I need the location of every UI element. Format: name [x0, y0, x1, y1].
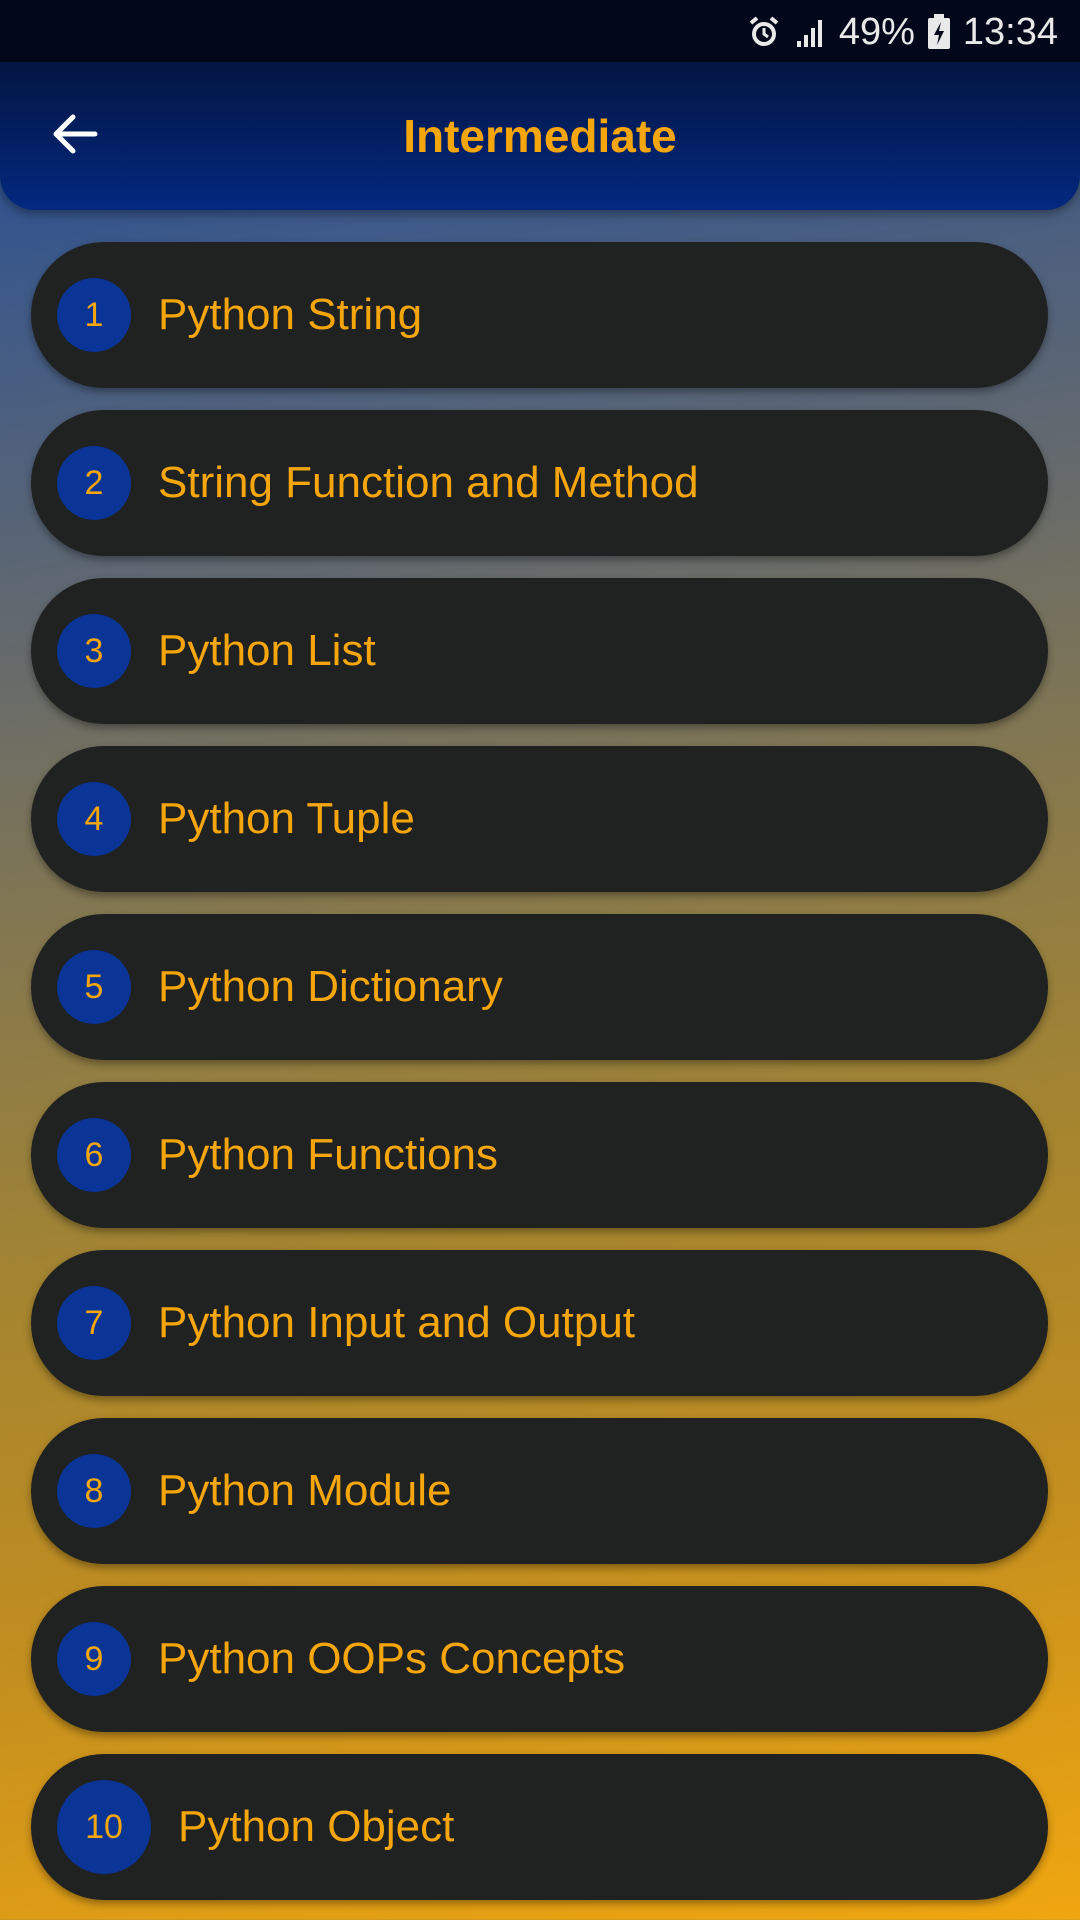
topic-list: 1 Python String 2 String Function and Me…: [31, 242, 1048, 1920]
topic-number-badge: 10: [57, 1780, 151, 1874]
topic-label: Python Tuple: [158, 794, 415, 843]
topic-number-badge: 7: [57, 1286, 131, 1360]
topic-item-python-functions[interactable]: 6 Python Functions: [31, 1082, 1048, 1228]
status-bar: 49% 13:34: [0, 0, 1080, 64]
topic-label: Python OOPs Concepts: [158, 1634, 626, 1683]
topic-item-python-oops-concepts[interactable]: 9 Python OOPs Concepts: [31, 1586, 1048, 1732]
topic-label: String Function and Method: [158, 458, 699, 507]
topic-number-badge: 3: [57, 614, 131, 688]
topic-label: Python String: [158, 290, 423, 339]
topic-number-badge: 6: [57, 1118, 131, 1192]
battery-charging-icon: [927, 14, 951, 50]
topic-label: Python Dictionary: [158, 962, 503, 1011]
page-title: Intermediate: [403, 110, 677, 162]
topic-item-python-input-and-output[interactable]: 7 Python Input and Output: [31, 1250, 1048, 1396]
topic-label: Python Module: [158, 1466, 452, 1515]
topic-item-python-module[interactable]: 8 Python Module: [31, 1418, 1048, 1564]
topic-number-badge: 8: [57, 1454, 131, 1528]
battery-percent: 49%: [838, 10, 915, 53]
topic-item-python-dictionary[interactable]: 5 Python Dictionary: [31, 914, 1048, 1060]
topic-label: Python Object: [178, 1802, 455, 1851]
signal-icon: [793, 15, 827, 49]
alarm-icon: [747, 15, 781, 49]
topic-number-badge: 2: [57, 446, 131, 520]
topic-item-string-function-and-method[interactable]: 2 String Function and Method: [31, 410, 1048, 556]
topic-number-badge: 9: [57, 1622, 131, 1696]
topic-number-badge: 4: [57, 782, 131, 856]
topic-label: Python Input and Output: [158, 1298, 636, 1347]
topic-number-badge: 5: [57, 950, 131, 1024]
topic-item-python-string[interactable]: 1 Python String: [31, 242, 1048, 388]
app-bar: Intermediate: [0, 62, 1080, 210]
topic-item-python-list[interactable]: 3 Python List: [31, 578, 1048, 724]
clock-time: 13:34: [962, 10, 1058, 53]
topic-item-python-tuple[interactable]: 4 Python Tuple: [31, 746, 1048, 892]
topic-number-badge: 1: [57, 278, 131, 352]
topic-label: Python Functions: [158, 1130, 498, 1179]
topic-label: Python List: [158, 626, 376, 675]
topic-item-python-object[interactable]: 10 Python Object: [31, 1754, 1048, 1900]
